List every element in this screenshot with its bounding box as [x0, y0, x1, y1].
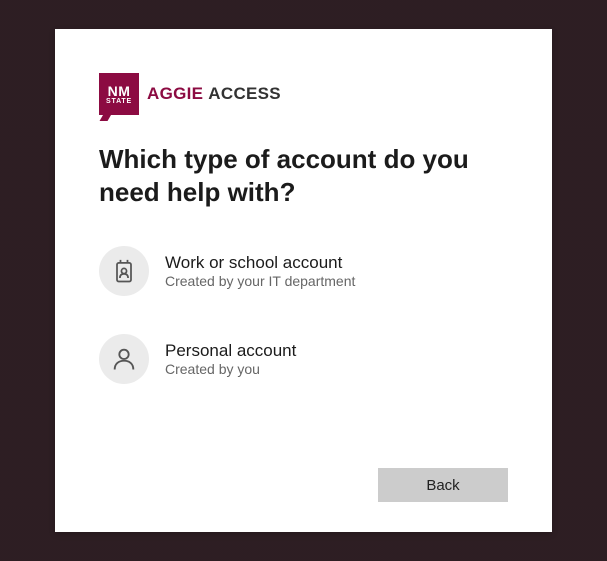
person-icon: [99, 334, 149, 384]
option-title: Work or school account: [165, 253, 355, 273]
dialog-card: NM STATE AGGIE ACCESS Which type of acco…: [55, 29, 552, 532]
brand-part2: ACCESS: [208, 84, 281, 104]
footer: Back: [378, 468, 508, 502]
logo-top-text: NM: [108, 84, 131, 98]
option-personal[interactable]: Personal account Created by you: [99, 330, 508, 388]
nm-state-logo-icon: NM STATE: [99, 73, 139, 115]
logo-bottom-text: STATE: [106, 98, 132, 105]
option-work-school[interactable]: Work or school account Created by your I…: [99, 242, 508, 300]
back-button[interactable]: Back: [378, 468, 508, 502]
option-subtitle: Created by you: [165, 361, 296, 377]
branding-row: NM STATE AGGIE ACCESS: [99, 73, 508, 115]
option-title: Personal account: [165, 341, 296, 361]
option-subtitle: Created by your IT department: [165, 273, 355, 289]
brand-part1: AGGIE: [147, 84, 203, 104]
option-text-block: Personal account Created by you: [165, 341, 296, 377]
brand-text: AGGIE ACCESS: [147, 84, 281, 104]
option-text-block: Work or school account Created by your I…: [165, 253, 355, 289]
page-title: Which type of account do you need help w…: [99, 143, 508, 208]
badge-icon: [99, 246, 149, 296]
